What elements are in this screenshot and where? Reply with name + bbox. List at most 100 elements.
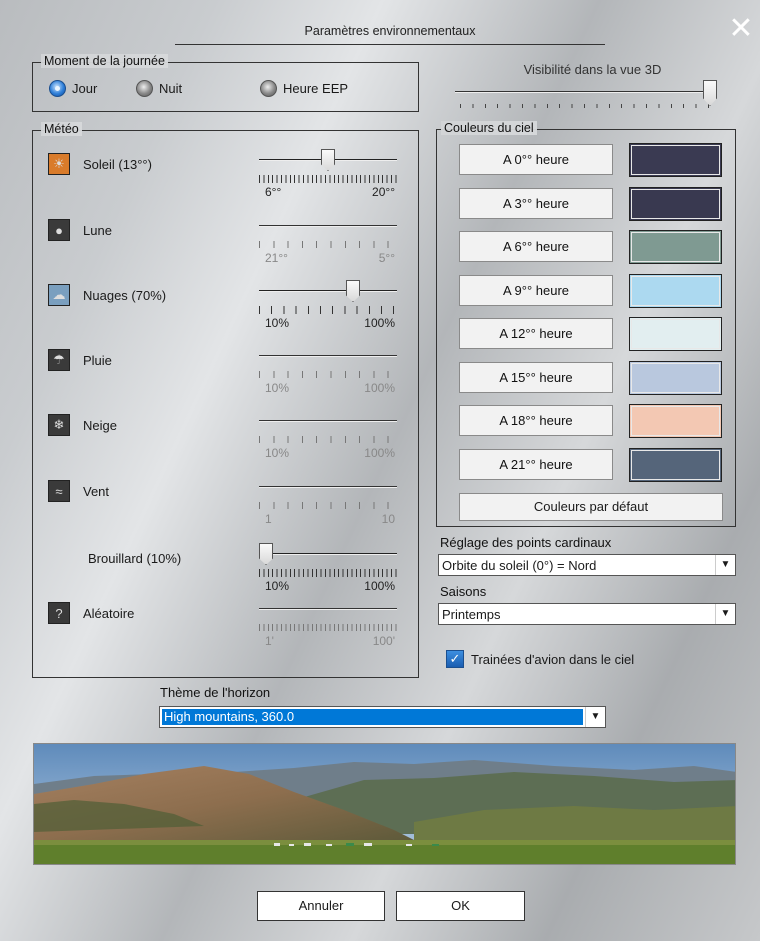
slider-thumb[interactable] [259,543,273,565]
sky-time-button-1[interactable]: A 3°° heure [459,187,613,219]
radio-night-indicator [136,80,153,97]
slider-ticks [259,436,397,443]
sky-color-swatch-0[interactable] [629,143,722,177]
slider-max-label: 100% [364,316,395,330]
weather-label-nuages: Nuages (70%) [83,288,167,303]
horizon-select[interactable]: High mountains, 360.0 ▼ [159,706,606,728]
slider-max-label: 100' [372,634,395,648]
slider-ticks [259,241,397,248]
chevron-down-icon[interactable]: ▼ [585,707,605,727]
cardinal-label: Réglage des points cardinaux [440,535,612,550]
weather-slider-soleil[interactable]: 6°° 20°° [259,149,397,199]
slider-ticks [259,175,397,183]
clouds-icon: ☁ [48,284,70,306]
weather-slider-brouillard[interactable]: 10% 100% [259,543,397,593]
slider-thumb[interactable] [321,149,335,171]
chevron-down-icon[interactable]: ▼ [715,604,735,624]
cancel-button[interactable]: Annuler [257,891,385,921]
slider-thumb[interactable] [346,280,360,302]
sky-time-button-5[interactable]: A 15°° heure [459,361,613,393]
radio-night-label: Nuit [159,81,183,96]
weather-slider-nuages[interactable]: 10% 100% [259,280,397,330]
slider-min-label: 10% [265,381,290,395]
radio-eep-time[interactable]: Heure EEP [260,80,348,97]
slider-max-label: 20°° [372,185,395,199]
weather-slider-lune: 21°° 5°° [259,215,397,265]
sky-time-button-3[interactable]: A 9°° heure [459,274,613,306]
weather-label-lune: Lune [83,223,112,238]
weather-label-soleil: Soleil (13°°) [83,157,152,172]
sky-color-swatch-4[interactable] [629,317,722,351]
time-of-day-legend: Moment de la journée [41,54,168,68]
visibility-slider-thumb[interactable] [703,80,717,106]
environment-settings-dialog: Paramètres environnementaux ✕ Moment de … [0,0,760,941]
seasons-label: Saisons [440,584,487,599]
weather-label-aleatoire: Aléatoire [83,606,135,621]
slider-track [259,355,397,357]
slider-ticks [259,502,397,509]
radio-night[interactable]: Nuit [136,80,182,97]
snow-icon: ❄ [48,414,70,436]
sky-time-button-7[interactable]: A 21°° heure [459,448,613,480]
checkmark-icon: ✓ [446,650,464,668]
sky-color-swatch-2[interactable] [629,230,722,264]
slider-ticks [259,371,397,378]
slider-ticks [259,306,397,314]
slider-ticks [259,569,397,577]
dialog-title: Paramètres environnementaux [304,24,476,38]
close-icon[interactable]: ✕ [728,14,754,44]
visibility-slider-track[interactable] [455,91,717,93]
weather-slider-pluie: 10% 100% [259,345,397,395]
slider-min-label: 1 [265,512,272,526]
slider-min-label: 10% [265,579,290,593]
moon-icon: ● [48,219,70,241]
weather-label-pluie: Pluie [83,353,112,368]
slider-track [259,553,397,555]
slider-min-label: 1' [265,634,274,648]
slider-min-label: 21°° [265,251,288,265]
mountain-landscape-image [34,744,735,864]
weather-slider-vent: 1 10 [259,476,397,526]
ok-button[interactable]: OK [396,891,525,921]
sun-icon: ☀ [48,153,70,175]
random-icon: ? [48,602,70,624]
title-underline [175,44,605,45]
sky-color-swatch-6[interactable] [629,404,722,438]
slider-max-label: 100% [364,446,395,460]
weather-group: Météo ☀ Soleil (13°°) 6°° 20°° ● Lune 21°° 5°° ☁… [32,122,419,678]
slider-track [259,225,397,227]
radio-day-label: Jour [72,81,98,96]
sky-color-swatch-1[interactable] [629,186,722,221]
contrails-checkbox[interactable]: ✓ Trainées d'avion dans le ciel [446,650,634,668]
sky-color-swatch-5[interactable] [629,360,722,395]
title-bar: Paramètres environnementaux [175,18,605,48]
radio-day-indicator [49,80,66,97]
sky-color-swatch-3[interactable] [629,273,722,308]
chevron-down-icon[interactable]: ▼ [715,555,735,575]
time-of-day-group: Moment de la journée Jour Nuit Heure EEP [32,54,419,112]
slider-min-label: 10% [265,446,290,460]
weather-slider-neige: 10% 100% [259,410,397,460]
slider-max-label: 5°° [378,251,395,265]
radio-day[interactable]: Jour [49,80,97,97]
horizon-value: High mountains, 360.0 [162,709,583,725]
sky-time-button-2[interactable]: A 6°° heure [459,231,613,262]
slider-track [259,486,397,488]
sky-time-button-0[interactable]: A 0°° heure [459,144,613,175]
weather-label-neige: Neige [83,418,117,433]
rain-icon: ☂ [48,349,70,371]
sky-time-button-4[interactable]: A 12°° heure [459,318,613,349]
slider-ticks [259,624,397,631]
contrails-label: Trainées d'avion dans le ciel [471,651,635,667]
slider-track [259,420,397,422]
sky-color-swatch-7[interactable] [629,447,722,482]
sky-time-button-6[interactable]: A 18°° heure [459,405,613,436]
default-colors-button[interactable]: Couleurs par défaut [459,493,723,521]
slider-max-label: 100% [364,579,395,593]
sky-colors-legend: Couleurs du ciel [441,121,537,135]
radio-eep-time-indicator [260,80,277,97]
seasons-value: Printemps [442,607,501,622]
cardinal-select[interactable]: Orbite du soleil (0°) = Nord ▼ [438,554,736,576]
horizon-label: Thème de l'horizon [160,685,271,700]
seasons-select[interactable]: Printemps ▼ [438,603,736,625]
